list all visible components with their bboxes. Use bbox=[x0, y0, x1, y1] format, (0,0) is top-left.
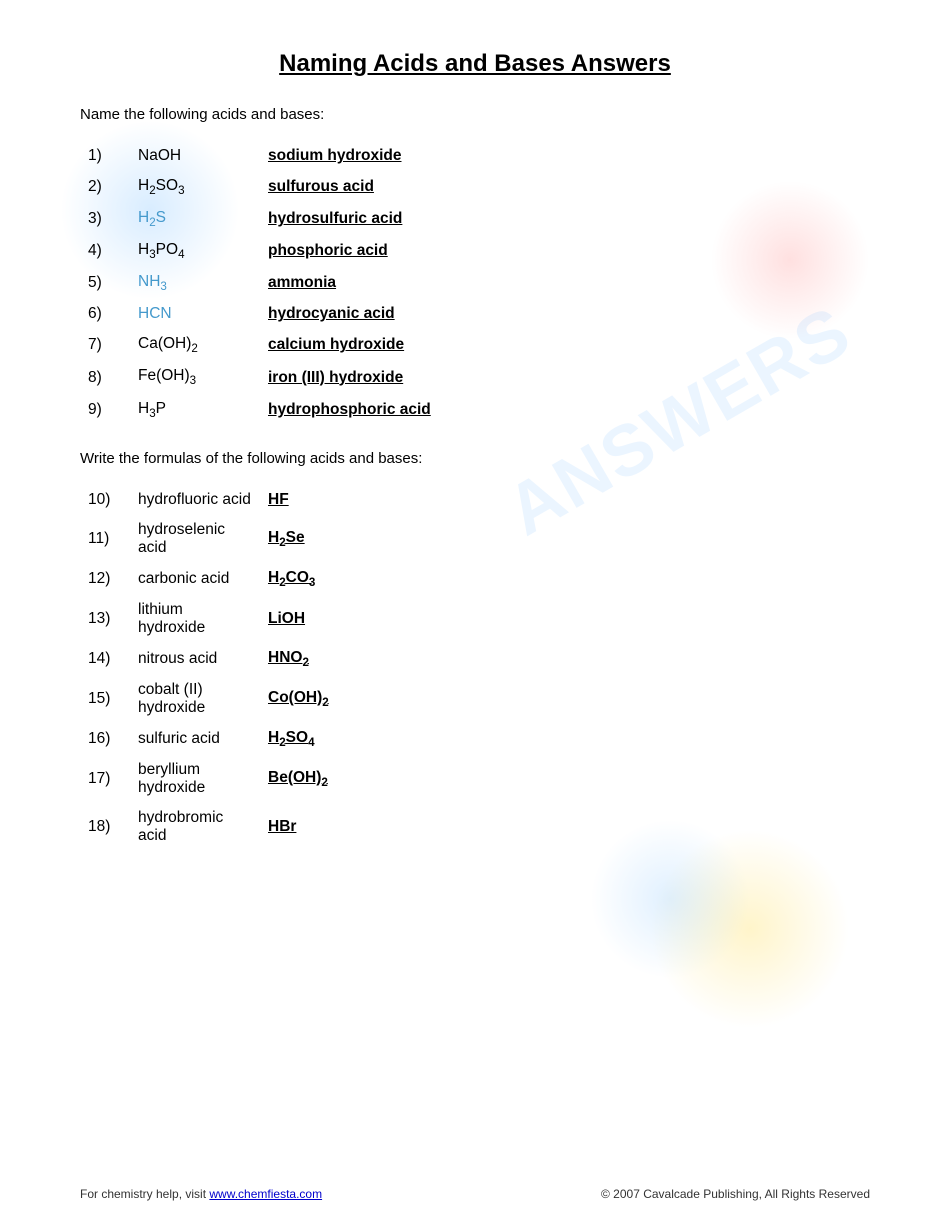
page-title: Naming Acids and Bases Answers bbox=[80, 50, 870, 78]
answer: Be(OH)2 bbox=[260, 755, 870, 803]
answer: HBr bbox=[260, 803, 870, 851]
item-number: 8) bbox=[80, 361, 130, 393]
item-number: 13) bbox=[80, 595, 130, 643]
item-number: 1) bbox=[80, 141, 130, 171]
answer: sulfurous acid bbox=[260, 171, 870, 203]
table-row: 12) carbonic acid H2CO3 bbox=[80, 563, 870, 595]
item-number: 4) bbox=[80, 235, 130, 267]
formula: HCN bbox=[130, 299, 260, 329]
acid-name: hydrofluoric acid bbox=[130, 485, 260, 515]
formula: NH3 bbox=[130, 267, 260, 299]
item-number: 2) bbox=[80, 171, 130, 203]
table-row: 18) hydrobromic acid HBr bbox=[80, 803, 870, 851]
item-number: 5) bbox=[80, 267, 130, 299]
table-row: 4) H3PO4 phosphoric acid bbox=[80, 235, 870, 267]
answer: iron (III) hydroxide bbox=[260, 361, 870, 393]
formula: H2SO3 bbox=[130, 171, 260, 203]
item-number: 17) bbox=[80, 755, 130, 803]
table-row: 13) lithium hydroxide LiOH bbox=[80, 595, 870, 643]
answer: calcium hydroxide bbox=[260, 329, 870, 361]
answer: sodium hydroxide bbox=[260, 141, 870, 171]
formula: H3PO4 bbox=[130, 235, 260, 267]
answer: hydrosulfuric acid bbox=[260, 203, 870, 235]
table-row: 5) NH3 ammonia bbox=[80, 267, 870, 299]
answer: H2CO3 bbox=[260, 563, 870, 595]
acid-name: cobalt (II) hydroxide bbox=[130, 675, 260, 723]
acid-name: nitrous acid bbox=[130, 643, 260, 675]
chemfiesta-link[interactable]: www.chemfiesta.com bbox=[209, 1187, 322, 1201]
table-row: 2) H2SO3 sulfurous acid bbox=[80, 171, 870, 203]
table-row: 16) sulfuric acid H2SO4 bbox=[80, 723, 870, 755]
answer: HNO2 bbox=[260, 643, 870, 675]
answer: HF bbox=[260, 485, 870, 515]
item-number: 16) bbox=[80, 723, 130, 755]
part1-table: 1) NaOH sodium hydroxide 2) H2SO3 sulfur… bbox=[80, 141, 870, 426]
answer: hydrophosphoric acid bbox=[260, 394, 870, 426]
table-row: 17) beryllium hydroxide Be(OH)2 bbox=[80, 755, 870, 803]
item-number: 10) bbox=[80, 485, 130, 515]
item-number: 15) bbox=[80, 675, 130, 723]
table-row: 3) H2S hydrosulfuric acid bbox=[80, 203, 870, 235]
footer-right: © 2007 Cavalcade Publishing, All Rights … bbox=[601, 1187, 870, 1201]
item-number: 9) bbox=[80, 394, 130, 426]
acid-name: lithium hydroxide bbox=[130, 595, 260, 643]
footer-left: For chemistry help, visit www.chemfiesta… bbox=[80, 1187, 322, 1201]
footer: For chemistry help, visit www.chemfiesta… bbox=[0, 1187, 950, 1201]
acid-name: hydroselenic acid bbox=[130, 515, 260, 563]
answer: LiOH bbox=[260, 595, 870, 643]
formula: Ca(OH)2 bbox=[130, 329, 260, 361]
acid-name: hydrobromic acid bbox=[130, 803, 260, 851]
table-row: 1) NaOH sodium hydroxide bbox=[80, 141, 870, 171]
item-number: 12) bbox=[80, 563, 130, 595]
part2-table: 10) hydrofluoric acid HF 11) hydroseleni… bbox=[80, 485, 870, 851]
table-row: 6) HCN hydrocyanic acid bbox=[80, 299, 870, 329]
table-row: 10) hydrofluoric acid HF bbox=[80, 485, 870, 515]
acid-name: beryllium hydroxide bbox=[130, 755, 260, 803]
item-number: 3) bbox=[80, 203, 130, 235]
table-row: 8) Fe(OH)3 iron (III) hydroxide bbox=[80, 361, 870, 393]
item-number: 7) bbox=[80, 329, 130, 361]
table-row: 7) Ca(OH)2 calcium hydroxide bbox=[80, 329, 870, 361]
item-number: 18) bbox=[80, 803, 130, 851]
acid-name: sulfuric acid bbox=[130, 723, 260, 755]
table-row: 15) cobalt (II) hydroxide Co(OH)2 bbox=[80, 675, 870, 723]
answer: H2SO4 bbox=[260, 723, 870, 755]
answer: hydrocyanic acid bbox=[260, 299, 870, 329]
answer: H2Se bbox=[260, 515, 870, 563]
acid-name: carbonic acid bbox=[130, 563, 260, 595]
section1-label: Name the following acids and bases: bbox=[80, 106, 870, 123]
footer-left-text: For chemistry help, visit bbox=[80, 1187, 209, 1201]
formula: H3P bbox=[130, 394, 260, 426]
item-number: 14) bbox=[80, 643, 130, 675]
item-number: 11) bbox=[80, 515, 130, 563]
formula: H2S bbox=[130, 203, 260, 235]
formula: NaOH bbox=[130, 141, 260, 171]
answer: ammonia bbox=[260, 267, 870, 299]
answer: phosphoric acid bbox=[260, 235, 870, 267]
section2-label: Write the formulas of the following acid… bbox=[80, 450, 870, 467]
table-row: 9) H3P hydrophosphoric acid bbox=[80, 394, 870, 426]
answer: Co(OH)2 bbox=[260, 675, 870, 723]
item-number: 6) bbox=[80, 299, 130, 329]
table-row: 11) hydroselenic acid H2Se bbox=[80, 515, 870, 563]
table-row: 14) nitrous acid HNO2 bbox=[80, 643, 870, 675]
formula: Fe(OH)3 bbox=[130, 361, 260, 393]
